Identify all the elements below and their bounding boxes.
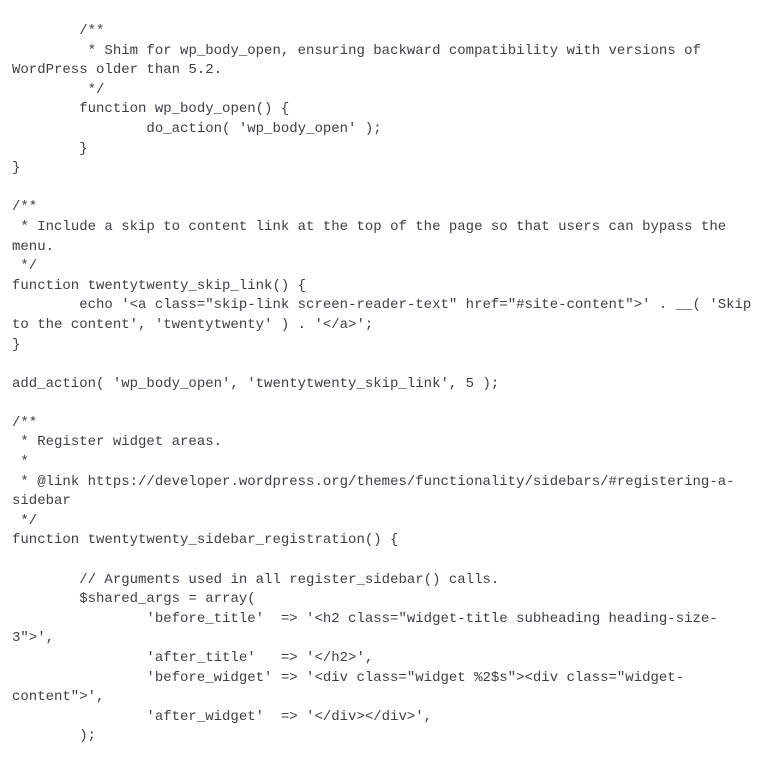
- php-source-code: /** * Shim for wp_body_open, ensuring ba…: [0, 14, 768, 747]
